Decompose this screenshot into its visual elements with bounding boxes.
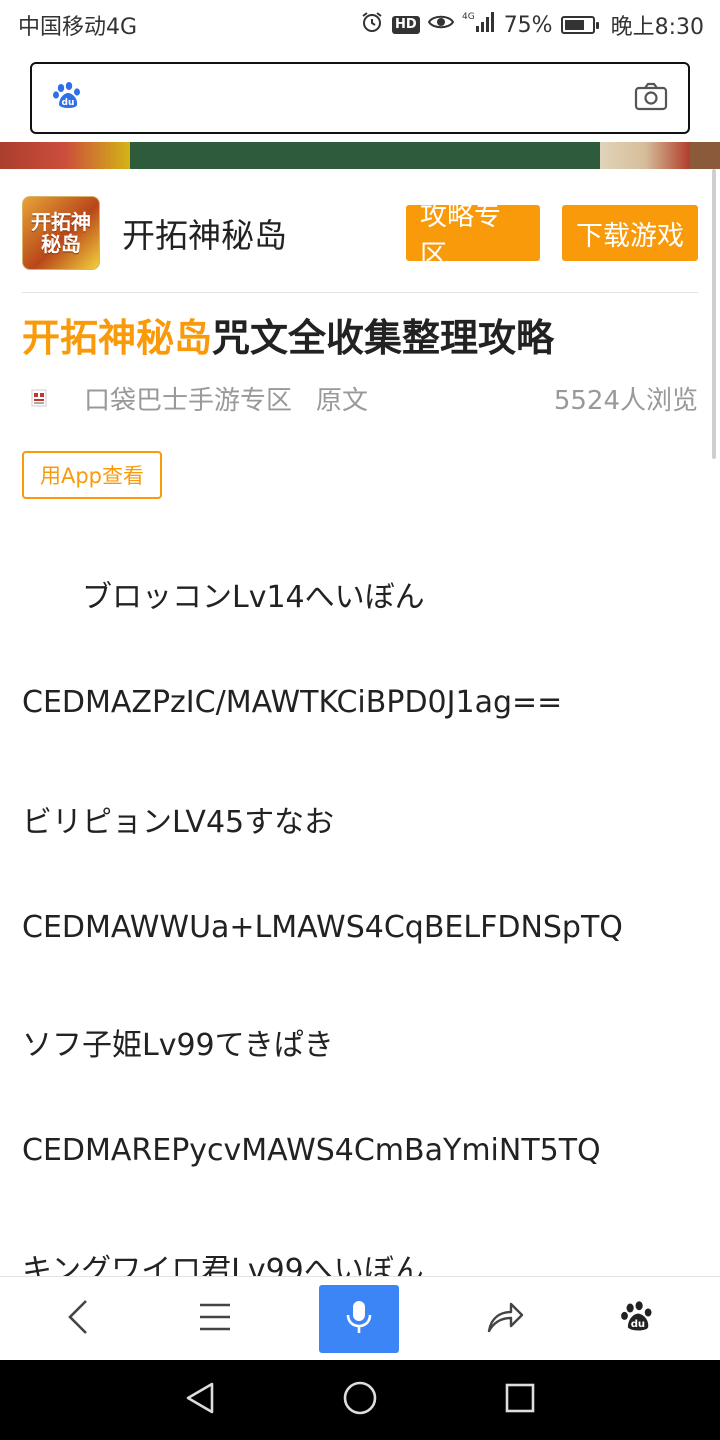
status-bar: 中国移动4G HD 4G 75% 晚上8:30 <box>0 0 720 50</box>
banner-image[interactable] <box>0 142 720 169</box>
paragraph: ソフ子姫Lv99てきぱき <box>22 1028 334 1063</box>
game-icon-text: 开拓神秘岛 <box>31 210 91 256</box>
game-name[interactable]: 开拓神秘岛 <box>122 209 406 257</box>
svg-text:du: du <box>62 98 75 108</box>
network-type-label: 4G <box>462 12 475 22</box>
game-icon[interactable]: 开拓神秘岛 <box>22 196 100 270</box>
battery-percent: 75% <box>503 12 553 38</box>
paragraph: CEDMAREPycvMAWS4CmBaYmiNT5TQ <box>22 1133 601 1168</box>
paragraph: CEDMAZPzIC/MAWTKCiBPD0J1ag== <box>22 685 563 720</box>
bottom-toolbar: du <box>0 1276 720 1360</box>
guide-zone-button[interactable]: 攻略专区 <box>406 201 540 271</box>
baidu-paw-icon: du <box>620 1299 656 1339</box>
system-navigation-bar <box>0 1360 720 1440</box>
menu-button[interactable] <box>175 1277 255 1361</box>
status-icons: HD 4G 75% 晚上8:30 <box>360 9 704 41</box>
banner-gift-decoration <box>0 142 130 169</box>
open-in-app-button[interactable]: 用App查看 <box>22 451 162 499</box>
paragraph: ビリピョンLV45すなお <box>22 805 335 840</box>
baidu-home-button[interactable]: du <box>598 1277 678 1361</box>
banner-figure-decoration <box>600 142 690 169</box>
menu-icon <box>198 1302 232 1336</box>
triangle-back-icon <box>184 1381 216 1419</box>
camera-icon[interactable] <box>634 81 668 115</box>
voice-search-button[interactable] <box>319 1285 399 1353</box>
paragraph: ブロッコンLv14へいぼん <box>22 580 425 615</box>
scrollbar[interactable] <box>712 169 716 459</box>
title-rest: 咒文全收集整理攻略 <box>212 316 555 360</box>
share-button[interactable] <box>465 1277 545 1361</box>
search-header: du <box>0 50 720 142</box>
signal-icon: 4G <box>462 10 496 40</box>
hd-icon: HD <box>392 16 420 34</box>
paragraph: CEDMAWWUa+LMAWS4CqBELFDNSpTQ <box>22 910 623 945</box>
microphone-icon <box>345 1299 373 1339</box>
article-content[interactable]: 开拓神秘岛 开拓神秘岛 攻略专区 下载游戏 开拓神秘岛咒文全收集整理攻略 口袋巴… <box>0 169 720 1276</box>
eye-icon <box>427 12 454 38</box>
chevron-left-icon <box>66 1299 90 1339</box>
baidu-paw-icon[interactable]: du <box>52 80 84 116</box>
circle-home-icon <box>342 1380 378 1420</box>
view-count: 5524人浏览 <box>553 385 698 416</box>
back-button[interactable] <box>38 1277 118 1361</box>
battery-fill <box>564 20 585 30</box>
battery-icon <box>560 16 599 34</box>
paragraph: キングワイロ君Lv99へいぼん <box>22 1253 424 1276</box>
alarm-icon <box>360 10 384 40</box>
search-box[interactable]: du <box>30 62 690 134</box>
nav-back-button[interactable] <box>160 1360 240 1440</box>
nav-recents-button[interactable] <box>480 1360 560 1440</box>
divider <box>22 292 698 293</box>
download-game-button[interactable]: 下载游戏 <box>562 205 698 261</box>
clock: 晚上8:30 <box>610 15 704 40</box>
game-header: 开拓神秘岛 开拓神秘岛 攻略专区 下载游戏 <box>22 195 698 271</box>
share-arrow-icon <box>486 1300 524 1338</box>
carrier-label: 中国移动4G <box>18 15 138 40</box>
browser-page: 中国移动4G HD 4G 75% 晚上8:30 du 开拓神秘岛 开拓神秘岛 攻… <box>0 0 720 1440</box>
nav-home-button[interactable] <box>320 1360 400 1440</box>
banner-edge-decoration <box>690 142 720 169</box>
svg-text:du: du <box>631 1319 645 1330</box>
square-recents-icon <box>504 1382 536 1418</box>
search-input[interactable] <box>98 84 620 112</box>
source-name[interactable]: 口袋巴士手游专区 <box>84 380 292 417</box>
article-title: 开拓神秘岛咒文全收集整理攻略 <box>22 311 712 365</box>
original-link[interactable]: 原文 <box>316 380 368 417</box>
title-highlight: 开拓神秘岛 <box>22 316 213 360</box>
article-meta: 口袋巴士手游专区 原文 5524人浏览 <box>22 379 698 417</box>
source-logo-icon <box>28 387 50 409</box>
